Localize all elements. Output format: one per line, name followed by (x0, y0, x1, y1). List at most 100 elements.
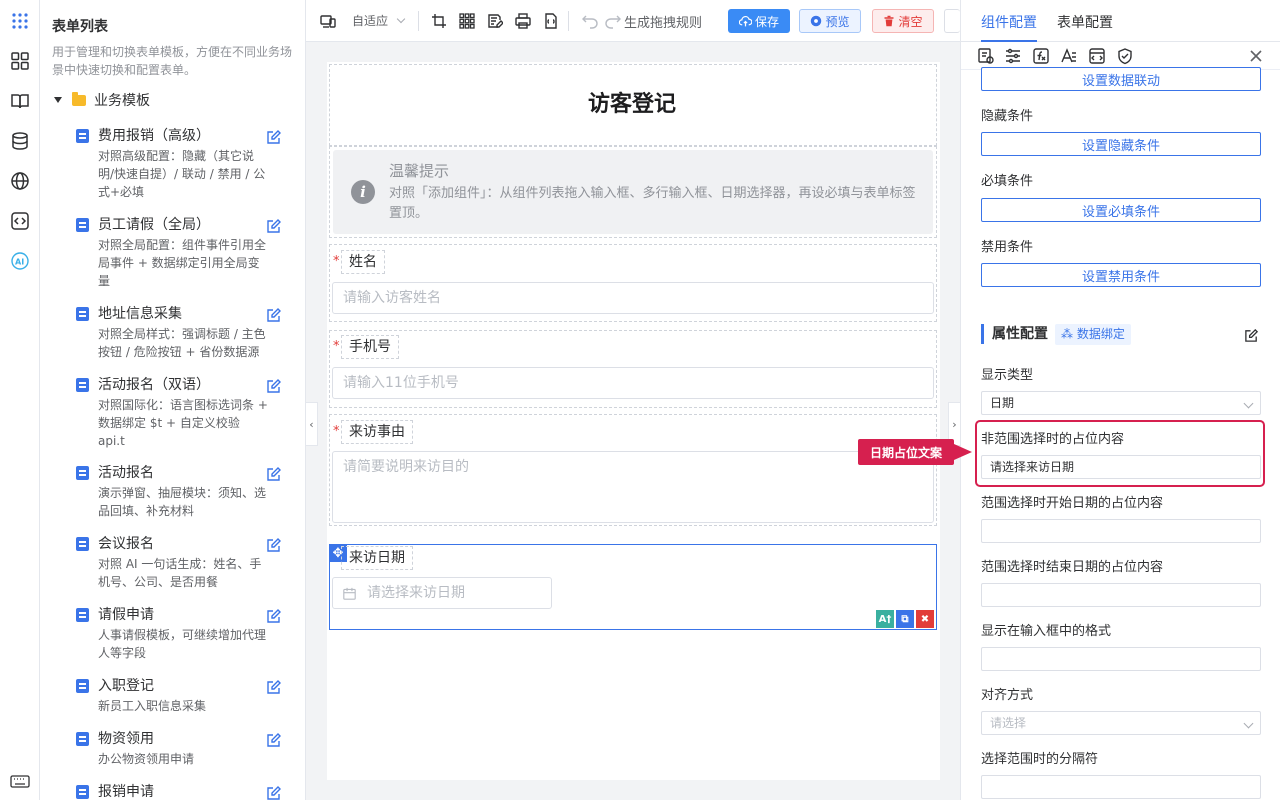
field-label-date: 来访日期 (341, 546, 413, 570)
reason-textarea[interactable]: 请简要说明来访目的 (332, 451, 934, 523)
group-business-templates[interactable]: 业务模板 (52, 90, 150, 110)
generate-rules-button[interactable]: 生成拖拽规则 (624, 12, 702, 31)
chevron-down-icon (396, 14, 406, 24)
form-list-sidebar: 表单列表 用于管理和切换表单模板，方便在不同业务场景中快速切换和配置表单。 业务… (40, 0, 306, 800)
template-name: 费用报销（高级） (98, 128, 210, 144)
chevron-down-icon (1243, 398, 1254, 409)
save-label: 保存 (754, 14, 779, 29)
separator-label: 选择范围时的分隔符 (981, 752, 1099, 767)
edit-icon[interactable] (266, 129, 282, 145)
toolbar-divider (418, 11, 419, 31)
preview-label: 预览 (825, 14, 850, 29)
layout-mode-select[interactable]: 自适应 (352, 12, 406, 29)
set-required-condition-button[interactable]: 设置必填条件 (981, 198, 1261, 222)
undo-icon[interactable] (582, 13, 598, 29)
separator-input[interactable] (981, 775, 1261, 799)
window-code-icon[interactable] (1088, 47, 1106, 65)
template-desc: 对照 AI 一句话生成：姓名、手机号、公司、是否用餐 (98, 557, 262, 589)
function-icon[interactable] (1032, 47, 1050, 65)
designer-toolbar: 自适应 生成拖拽规则 保存 预览 清空 (306, 0, 960, 42)
date-picker[interactable]: 请选择来访日期 (332, 577, 552, 609)
set-disabled-condition-button[interactable]: 设置禁用条件 (981, 263, 1261, 287)
tip-title: 温馨提示 (389, 162, 450, 180)
book-icon[interactable] (9, 90, 31, 112)
folder-icon (72, 91, 86, 106)
collapse-left-icon[interactable]: ‹ (306, 402, 318, 446)
copy-icon[interactable]: ⧉ (896, 610, 914, 628)
edit-icon[interactable] (266, 732, 282, 748)
template-name: 员工请假（全局） (98, 217, 210, 233)
template-desc: 对照全局样式：强调标题 / 主色按钮 / 危险按钮 + 省份数据源 (98, 327, 266, 359)
globe-icon[interactable] (9, 170, 31, 192)
form-settings-icon[interactable] (977, 47, 995, 65)
more-button[interactable] (944, 9, 960, 33)
document-edit-icon[interactable] (487, 13, 504, 29)
edit-icon[interactable] (266, 679, 282, 695)
edit-icon[interactable] (266, 307, 282, 323)
config-icon-bar (961, 42, 1280, 70)
range-start-input[interactable] (981, 519, 1261, 543)
date-placeholder: 请选择来访日期 (367, 585, 465, 601)
keyboard-icon[interactable] (9, 770, 31, 792)
field-label-name: 姓名 (341, 250, 385, 274)
clear-button[interactable]: 清空 (872, 9, 934, 33)
data-binding-tag[interactable]: ⁂ 数据绑定 (1055, 324, 1131, 345)
form-canvas: 访客登记 i 温馨提示 对照「添加组件」：从组件列表拖入输入框、多行输入框、日期… (327, 62, 940, 780)
edit-icon[interactable] (1244, 328, 1259, 343)
align-select[interactable]: 请选择 (981, 711, 1261, 735)
sidebar-title: 表单列表 (52, 19, 108, 35)
edit-icon[interactable] (266, 608, 282, 624)
text-style-icon[interactable] (1060, 47, 1078, 65)
edit-icon[interactable] (266, 218, 282, 234)
set-data-linkage-button[interactable]: 设置数据联动 (981, 67, 1261, 91)
grid-icon[interactable] (459, 13, 475, 29)
template-name: 地址信息采集 (98, 306, 182, 322)
highlight-box (975, 420, 1265, 487)
range-end-input[interactable] (981, 583, 1261, 607)
config-tabs: 组件配置 表单配置 (961, 0, 1280, 42)
document-icon (76, 378, 89, 392)
phone-input[interactable]: 请输入11位手机号 (332, 367, 934, 399)
components-icon[interactable] (9, 50, 31, 72)
edit-icon[interactable] (266, 466, 282, 482)
document-icon (76, 608, 89, 622)
template-desc: 演示弹窗、抽屉模块：须知、选品回填、补充材料 (98, 486, 267, 518)
required-asterisk: * (333, 254, 340, 269)
preview-button[interactable]: 预览 (799, 9, 861, 33)
tip-body: 对照「添加组件」：从组件列表拖入输入框、多行输入框、日期选择器，再设必填与表单标… (389, 186, 916, 221)
edit-icon[interactable] (266, 785, 282, 800)
shield-check-icon[interactable] (1116, 47, 1134, 65)
template-desc: 人事请假模板，可继续增加代理人等字段 (98, 628, 267, 660)
svg-text:AI: AI (15, 258, 24, 267)
cloud-upload-icon (738, 15, 752, 26)
format-input[interactable] (981, 647, 1261, 671)
eye-icon (811, 15, 822, 27)
document-icon (76, 466, 89, 480)
close-icon[interactable] (1247, 47, 1265, 65)
json-icon[interactable] (543, 13, 559, 29)
required-asterisk: * (333, 424, 340, 439)
template-desc: 对照全局配置：组件事件引用全局事件 + 数据绑定引用全局变量 (98, 238, 267, 288)
crop-icon[interactable] (431, 13, 447, 29)
tab-form-config[interactable]: 表单配置 (1057, 12, 1113, 32)
ai-icon[interactable]: AI (9, 250, 31, 272)
edit-icon[interactable] (266, 378, 282, 394)
code-icon[interactable] (9, 210, 31, 232)
display-type-select[interactable]: 日期 (981, 391, 1261, 415)
device-icon[interactable] (320, 13, 336, 29)
apps-grid-icon[interactable] (9, 10, 31, 32)
name-input[interactable]: 请输入访客姓名 (332, 282, 934, 314)
redo-icon[interactable] (605, 13, 621, 29)
save-button[interactable]: 保存 (728, 9, 790, 33)
display-type-label: 显示类型 (981, 368, 1034, 383)
sliders-icon[interactable] (1004, 47, 1022, 65)
print-icon[interactable] (515, 13, 531, 29)
set-hidden-condition-button[interactable]: 设置隐藏条件 (981, 132, 1261, 156)
tab-component-config[interactable]: 组件配置 (981, 12, 1037, 32)
align-label: 对齐方式 (981, 688, 1034, 703)
database-icon[interactable] (9, 130, 31, 152)
document-icon (76, 679, 89, 693)
delete-icon[interactable]: ✖ (916, 610, 934, 628)
ai-assist-icon[interactable]: A† (876, 610, 894, 628)
edit-icon[interactable] (266, 537, 282, 553)
